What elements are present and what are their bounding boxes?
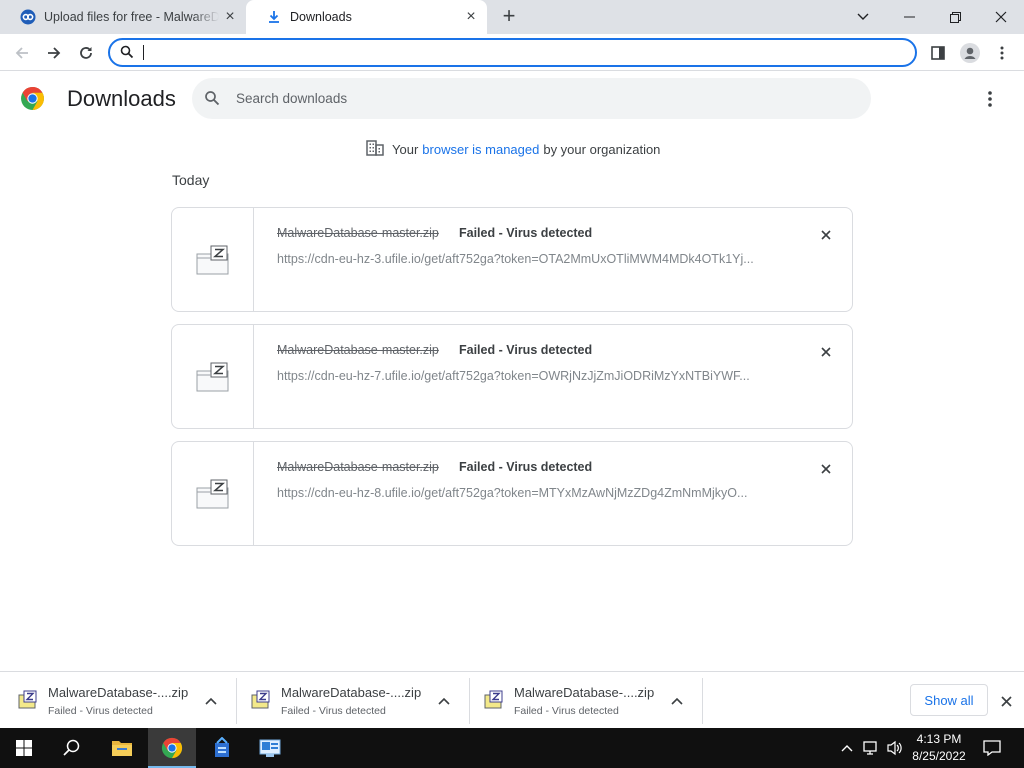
show-hidden-icons-chevron-icon[interactable] xyxy=(838,728,856,768)
start-icon[interactable] xyxy=(0,728,48,768)
download-status: Failed - Virus detected xyxy=(459,460,593,474)
tab-ufile[interactable]: Upload files for free - MalwareDatabase-… xyxy=(0,0,246,34)
zip-file-icon xyxy=(172,208,254,311)
system-clock[interactable]: 4:13 PM 8/25/2022 xyxy=(906,731,972,765)
notifications-icon[interactable] xyxy=(978,728,1006,768)
more-actions-icon[interactable] xyxy=(978,88,1002,110)
shelf-status: Failed - Virus detected xyxy=(281,705,386,717)
zip-file-icon xyxy=(172,442,254,545)
tab-downloads[interactable]: Downloads × xyxy=(246,0,487,34)
shelf-item[interactable]: MalwareDatabase-....zip Failed - Virus d… xyxy=(233,678,466,724)
show-all-button[interactable]: Show all xyxy=(910,684,988,716)
remove-item-icon[interactable] xyxy=(816,225,836,245)
managed-suffix: by your organization xyxy=(543,141,661,157)
search-icon xyxy=(120,45,134,64)
chrome-icon[interactable] xyxy=(148,728,196,768)
side-panel-button[interactable] xyxy=(924,39,952,67)
download-filename: MalwareDatabase-master.zip xyxy=(277,226,439,240)
clock-date: 8/25/2022 xyxy=(912,749,966,763)
chevron-up-icon[interactable] xyxy=(435,692,453,710)
search-icon xyxy=(204,90,220,111)
tab-title: Upload files for free - MalwareDatabase-… xyxy=(44,10,219,24)
chevron-up-icon[interactable] xyxy=(202,692,220,710)
tab-title: Downloads xyxy=(290,10,352,24)
back-button[interactable] xyxy=(8,39,36,67)
profile-avatar-icon[interactable] xyxy=(956,39,984,67)
downloads-search-bar[interactable] xyxy=(192,78,871,119)
download-status: Failed - Virus detected xyxy=(459,343,593,357)
forward-button[interactable] xyxy=(40,39,68,67)
download-filename: MalwareDatabase-master.zip xyxy=(277,460,439,474)
zip-file-icon xyxy=(251,690,271,715)
minimize-button[interactable] xyxy=(886,0,932,34)
remove-item-icon[interactable] xyxy=(816,459,836,479)
shelf-status: Failed - Virus detected xyxy=(48,705,153,717)
tab-close-icon[interactable]: × xyxy=(463,9,479,25)
chevron-up-icon[interactable] xyxy=(668,692,686,710)
close-shelf-icon[interactable] xyxy=(996,691,1016,711)
zip-file-icon xyxy=(172,325,254,428)
page-title: Downloads xyxy=(67,86,176,111)
tab-close-icon[interactable]: × xyxy=(222,9,238,25)
shelf-item[interactable]: MalwareDatabase-....zip Failed - Virus d… xyxy=(0,678,233,724)
shelf-filename: MalwareDatabase-....zip xyxy=(48,685,189,700)
download-filename: MalwareDatabase-master.zip xyxy=(277,343,439,357)
tab-strip: Upload files for free - MalwareDatabase-… xyxy=(0,0,1024,34)
shelf-status: Failed - Virus detected xyxy=(514,705,619,717)
reload-button[interactable] xyxy=(72,39,100,67)
network-icon[interactable] xyxy=(860,728,882,768)
file-explorer-icon[interactable] xyxy=(98,728,146,768)
download-url[interactable]: https://cdn-eu-hz-7.ufile.io/get/aft752g… xyxy=(277,369,777,383)
download-url[interactable]: https://cdn-eu-hz-8.ufile.io/get/aft752g… xyxy=(277,486,777,500)
new-tab-button[interactable]: + xyxy=(498,5,520,28)
volume-icon[interactable] xyxy=(884,728,906,768)
building-icon xyxy=(366,139,384,159)
download-status: Failed - Virus detected xyxy=(459,226,593,240)
taskbar: 4:13 PM 8/25/2022 xyxy=(0,728,1024,768)
date-section-heading: Today xyxy=(172,172,210,188)
download-item: MalwareDatabase-master.zip Failed - Viru… xyxy=(171,441,853,546)
chrome-logo-icon xyxy=(21,87,44,110)
address-input[interactable] xyxy=(142,43,902,62)
zip-file-icon xyxy=(18,690,38,715)
managed-prefix: Your xyxy=(392,141,419,157)
remove-item-icon[interactable] xyxy=(816,342,836,362)
download-favicon-icon xyxy=(266,9,282,25)
shelf-filename: MalwareDatabase-....zip xyxy=(281,685,422,700)
chrome-menu-icon[interactable] xyxy=(988,39,1016,67)
clock-time: 4:13 PM xyxy=(916,732,962,746)
tab-search-icon[interactable] xyxy=(840,0,886,34)
control-panel-icon[interactable] xyxy=(246,728,294,768)
shelf-divider xyxy=(702,678,703,724)
ufile-favicon-icon xyxy=(20,9,36,25)
download-item: MalwareDatabase-master.zip Failed - Viru… xyxy=(171,207,853,312)
toolbar xyxy=(0,34,1024,71)
download-url[interactable]: https://cdn-eu-hz-3.ufile.io/get/aft752g… xyxy=(277,252,777,266)
managed-notice: Your browser is managed by your organiza… xyxy=(366,139,660,159)
app-icon[interactable] xyxy=(198,728,246,768)
browser-managed-link[interactable]: browser is managed xyxy=(422,142,539,157)
search-icon[interactable] xyxy=(48,728,96,768)
shelf-filename: MalwareDatabase-....zip xyxy=(514,685,655,700)
downloads-search-input[interactable] xyxy=(236,89,836,107)
download-shelf: MalwareDatabase-....zip Failed - Virus d… xyxy=(0,671,1024,728)
text-caret xyxy=(143,45,144,60)
download-item: MalwareDatabase-master.zip Failed - Viru… xyxy=(171,324,853,429)
restore-button[interactable] xyxy=(932,0,978,34)
address-bar[interactable] xyxy=(108,38,917,67)
shelf-item[interactable]: MalwareDatabase-....zip Failed - Virus d… xyxy=(466,678,699,724)
zip-file-icon xyxy=(484,690,504,715)
close-window-button[interactable] xyxy=(978,0,1024,34)
